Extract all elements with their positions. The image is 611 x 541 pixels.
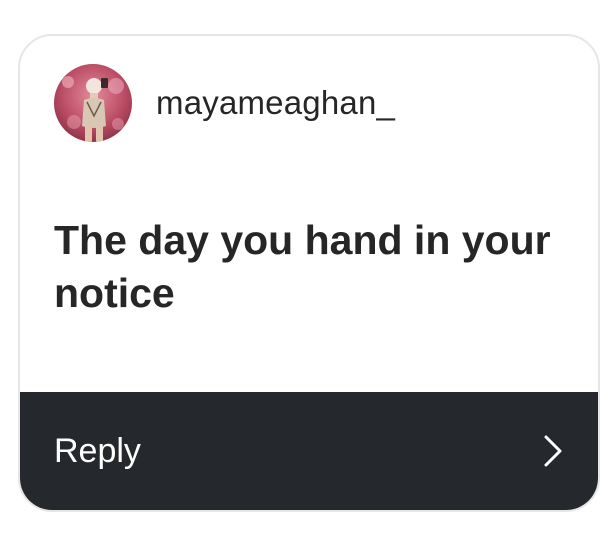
question-text: The day you hand in your notice bbox=[54, 217, 551, 316]
card-header: mayameaghan_ bbox=[54, 64, 395, 142]
avatar[interactable] bbox=[54, 64, 132, 142]
reply-label: Reply bbox=[54, 431, 141, 470]
reply-button[interactable]: Reply bbox=[20, 392, 598, 510]
question-sticker-card: mayameaghan_ The day you hand in your no… bbox=[18, 34, 600, 512]
username[interactable]: mayameaghan_ bbox=[156, 84, 395, 122]
avatar-image bbox=[54, 64, 132, 142]
chevron-right-icon bbox=[544, 435, 562, 467]
